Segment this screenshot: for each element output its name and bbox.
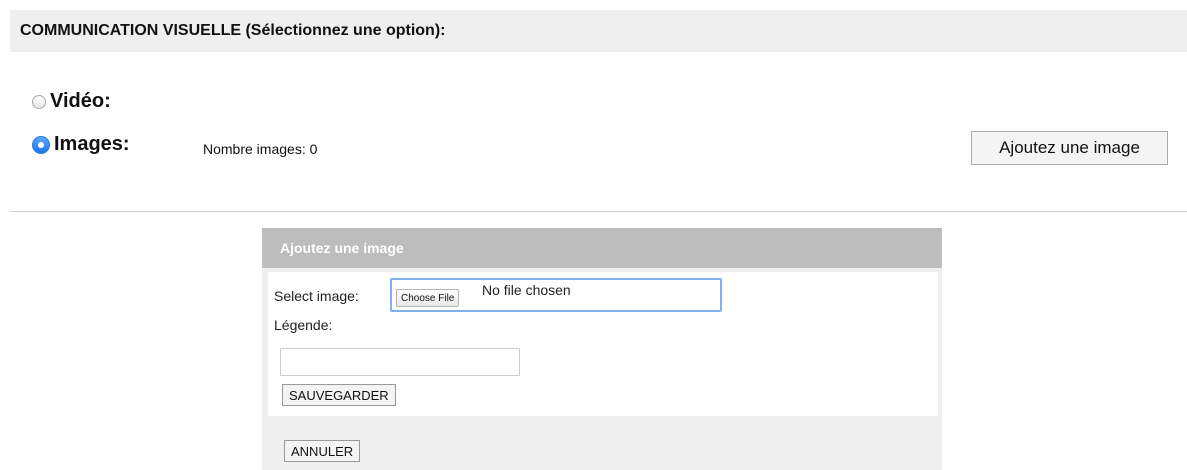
dialog-title: Ajoutez une image — [262, 228, 942, 268]
panel-title: COMMUNICATION VISUELLE (Sélectionnez une… — [10, 10, 1187, 52]
choose-file-button[interactable]: Choose File — [396, 289, 460, 307]
cancel-button[interactable]: ANNULER — [284, 440, 361, 462]
video-radio[interactable] — [32, 94, 46, 109]
option-video[interactable]: Vidéo: — [32, 90, 111, 113]
image-count: Nombre images: 0 — [203, 141, 318, 157]
save-button[interactable]: SAUVEGARDER — [282, 384, 396, 406]
caption-label: Légende: — [274, 317, 333, 333]
file-input[interactable]: Choose File No file chosen — [390, 278, 722, 312]
images-label[interactable]: Images: — [54, 133, 130, 156]
select-image-label: Select image: — [274, 288, 359, 304]
option-images[interactable]: Images: — [32, 133, 130, 156]
no-file-text: No file chosen — [482, 282, 571, 298]
add-image-button[interactable]: Ajoutez une image — [971, 131, 1168, 165]
visual-communication-panel: COMMUNICATION VISUELLE (Sélectionnez une… — [10, 10, 1187, 212]
video-label[interactable]: Vidéo: — [50, 90, 111, 113]
dialog-body: Select image: Choose File No file chosen… — [268, 272, 938, 416]
caption-input[interactable] — [280, 348, 520, 376]
images-radio[interactable] — [32, 135, 50, 154]
add-image-dialog: Ajoutez une image Select image: Choose F… — [262, 228, 942, 470]
